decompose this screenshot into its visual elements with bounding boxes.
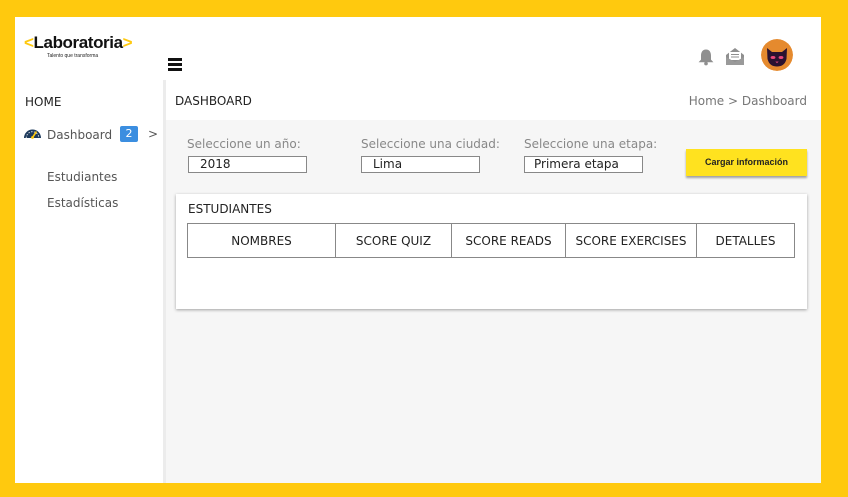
top-bar: <Laboratoria> Talento que transforma <box>15 17 821 80</box>
students-card: ESTUDIANTES NOMBRES SCORE QUIZ SCORE REA… <box>176 194 807 309</box>
user-avatar[interactable] <box>761 39 793 71</box>
sidebar-home-label[interactable]: HOME <box>25 95 61 109</box>
city-filter-label: Seleccione una ciudad: <box>361 137 500 151</box>
breadcrumb: Home > Dashboard <box>689 94 807 108</box>
sidebar: HOME Dashboard 2 > Estudiantes Estadísti… <box>15 80 166 483</box>
speedometer-icon <box>24 129 41 139</box>
laboratoria-logo[interactable]: <Laboratoria> Talento que transforma <box>24 33 133 60</box>
sidebar-item-estudiantes[interactable]: Estudiantes <box>47 170 117 184</box>
logo-chevron-left: < <box>24 33 34 52</box>
column-header-score-reads[interactable]: SCORE READS <box>451 223 566 258</box>
stage-filter-label: Seleccione una etapa: <box>524 137 658 151</box>
app-window: <Laboratoria> Talento que transforma HOM… <box>15 17 821 483</box>
column-header-score-exercises[interactable]: SCORE EXERCISES <box>565 223 697 258</box>
logo-wordmark: <Laboratoria> <box>24 33 133 52</box>
year-filter-label: Seleccione un año: <box>187 137 301 151</box>
sidebar-dashboard-label: Dashboard <box>47 128 113 142</box>
table-header-row: NOMBRES SCORE QUIZ SCORE READS SCORE EXE… <box>187 223 795 258</box>
main-content: DASHBOARD Home > Dashboard Seleccione un… <box>166 80 821 483</box>
load-info-button[interactable]: Cargar información <box>686 149 807 176</box>
students-card-title: ESTUDIANTES <box>188 202 272 216</box>
logo-chevron-right: > <box>122 33 133 52</box>
column-header-score-quiz[interactable]: SCORE QUIZ <box>335 223 452 258</box>
bell-icon[interactable] <box>696 48 716 66</box>
page-header: DASHBOARD Home > Dashboard <box>166 80 821 120</box>
hamburger-icon[interactable] <box>168 58 182 72</box>
sidebar-item-dashboard[interactable]: Dashboard 2 > <box>23 125 159 145</box>
breadcrumb-home-link[interactable]: Home <box>689 94 724 108</box>
students-table: NOMBRES SCORE QUIZ SCORE READS SCORE EXE… <box>187 223 795 258</box>
year-select[interactable]: 2018 <box>188 156 307 173</box>
city-select[interactable]: Lima <box>361 156 480 173</box>
column-header-detalles[interactable]: DETALLES <box>696 223 795 258</box>
sidebar-item-estadisticas[interactable]: Estadísticas <box>47 196 118 210</box>
mail-icon[interactable] <box>724 47 746 67</box>
breadcrumb-separator: > <box>728 94 739 108</box>
logo-tagline: Talento que transforma <box>47 53 99 59</box>
breadcrumb-current: Dashboard <box>741 94 807 108</box>
logo-name: Laboratoria <box>33 33 124 52</box>
column-header-nombres[interactable]: NOMBRES <box>187 223 336 258</box>
chevron-right-icon[interactable]: > <box>148 127 158 141</box>
stage-select[interactable]: Primera etapa <box>524 156 643 173</box>
dashboard-count-badge: 2 <box>120 126 138 142</box>
page-title: DASHBOARD <box>175 94 252 108</box>
